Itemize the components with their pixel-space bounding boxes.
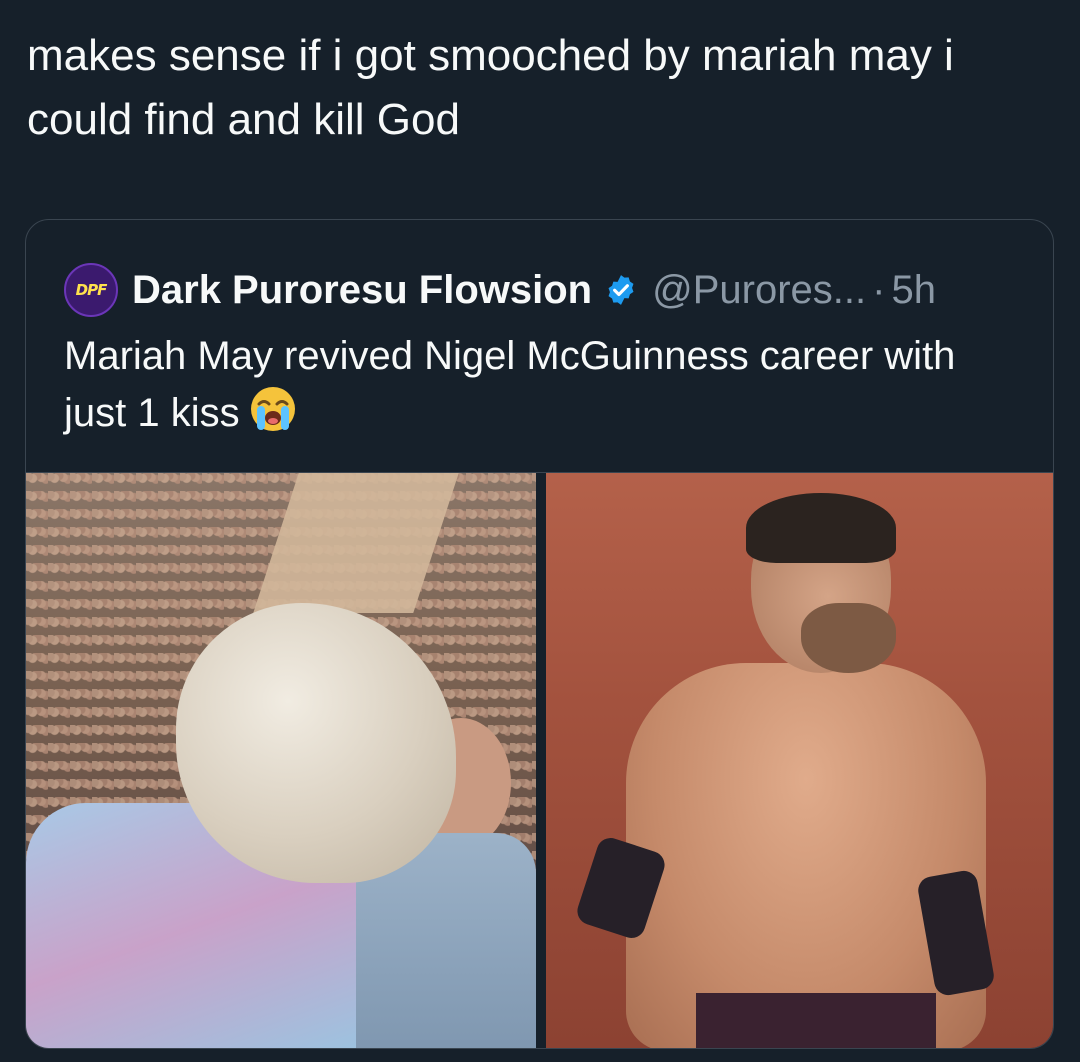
media-image-wrestler[interactable] bbox=[546, 473, 1053, 1048]
tweet-text: makes sense if i got smooched by mariah … bbox=[27, 31, 954, 144]
quoted-tweet-text: Mariah May revived Nigel McGuinness care… bbox=[64, 328, 1024, 449]
avatar-logo-text: DPF bbox=[75, 281, 108, 299]
media-image-kiss[interactable] bbox=[26, 473, 536, 1048]
quoted-tweet-card[interactable]: DPF Dark Puroresu Flowsion @Purores... ·… bbox=[25, 219, 1054, 1049]
display-name[interactable]: Dark Puroresu Flowsion bbox=[132, 268, 592, 313]
quoted-tweet-body: Mariah May revived Nigel McGuinness care… bbox=[64, 334, 956, 435]
handle[interactable]: @Purores... bbox=[652, 268, 866, 313]
media-divider bbox=[536, 473, 546, 1048]
verified-badge-icon bbox=[604, 273, 638, 307]
wrestler-beard bbox=[801, 603, 896, 673]
avatar[interactable]: DPF bbox=[64, 263, 118, 317]
loudly-crying-face-emoji-icon bbox=[248, 384, 298, 449]
wrestler-hair bbox=[746, 493, 896, 563]
separator-dot: · bbox=[872, 267, 886, 312]
media-grid bbox=[26, 472, 1053, 1048]
timestamp[interactable]: 5h bbox=[891, 268, 936, 313]
wrestler-torso bbox=[626, 663, 986, 1048]
quoted-tweet-header: DPF Dark Puroresu Flowsion @Purores... ·… bbox=[64, 260, 936, 320]
wrestler-trunks bbox=[696, 993, 936, 1048]
